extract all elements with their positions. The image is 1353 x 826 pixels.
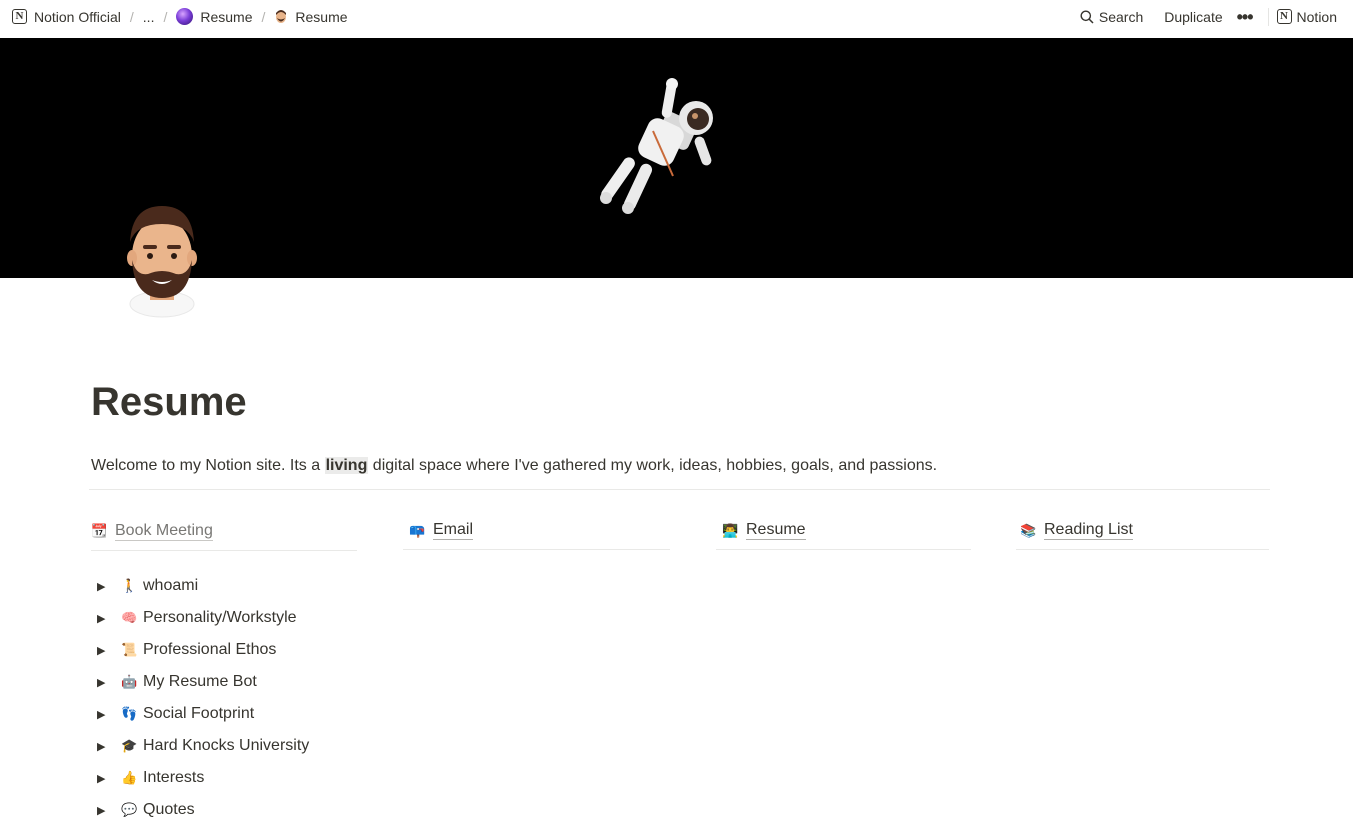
calendar-icon: 📆 [91, 523, 108, 538]
breadcrumb: N Notion Official / ... / Resume / Resum… [0, 6, 348, 27]
toggle-professional-ethos[interactable]: ▶ 📜 Professional Ethos [97, 634, 309, 666]
robot-icon: 🤖 [121, 674, 138, 689]
notion-logo-icon: N [12, 9, 27, 24]
toggle-list: ▶ 🚶 whoami ▶ 🧠 Personality/Workstyle ▶ 📜… [97, 570, 309, 826]
toggle-label: Quotes [143, 801, 195, 818]
email-link[interactable]: 📪 Email [403, 512, 670, 550]
search-button[interactable]: Search [1080, 9, 1143, 25]
toggle-hard-knocks[interactable]: ▶ 🎓 Hard Knocks University [97, 730, 309, 762]
page-title[interactable]: Resume [91, 378, 247, 426]
breadcrumb-workspace-label: Notion Official [34, 8, 121, 25]
toggle-personality[interactable]: ▶ 🧠 Personality/Workstyle [97, 602, 309, 634]
email-label: Email [433, 521, 474, 540]
toggle-label: Interests [143, 769, 205, 786]
breadcrumb-parent-label: Resume [200, 8, 253, 25]
resume-label: Resume [746, 521, 806, 540]
notion-button[interactable]: N Notion [1276, 8, 1337, 25]
books-icon: 📚 [1020, 522, 1037, 538]
breadcrumb-workspace[interactable]: N Notion Official [12, 7, 121, 27]
reading-list-link[interactable]: 📚 Reading List [1016, 512, 1269, 550]
breadcrumb-current[interactable]: Resume [274, 7, 348, 27]
walking-person-icon: 🚶 [121, 578, 138, 593]
graduation-cap-icon: 🎓 [121, 738, 138, 753]
reading-list-label: Reading List [1044, 521, 1133, 540]
brain-icon: 🧠 [121, 610, 138, 625]
breadcrumb-separator: / [163, 8, 168, 25]
toggle-whoami[interactable]: ▶ 🚶 whoami [97, 570, 309, 602]
thumbs-up-icon: 👍 [121, 770, 138, 785]
breadcrumb-ellipsis-label: ... [142, 8, 155, 25]
resume-link[interactable]: 👨‍💻 Resume [716, 512, 971, 550]
toggle-label: My Resume Bot [143, 673, 257, 690]
triangle-right-icon[interactable]: ▶ [97, 580, 121, 593]
breadcrumb-separator: / [129, 8, 134, 25]
footprints-icon: 👣 [121, 706, 138, 721]
toggle-label: whoami [143, 577, 199, 594]
breadcrumb-ellipsis[interactable]: ... [143, 7, 155, 27]
search-label: Search [1098, 8, 1144, 25]
breadcrumb-separator: / [261, 8, 266, 25]
intro-paragraph[interactable]: Welcome to my Notion site. Its a living … [91, 456, 937, 476]
intro-text-end: digital space where I've gathered my wor… [368, 457, 938, 474]
top-actions: Search Duplicate ••• N Notion [1059, 7, 1353, 26]
breadcrumb-current-label: Resume [295, 8, 348, 25]
speech-bubble-icon: 💬 [121, 802, 138, 817]
triangle-right-icon[interactable]: ▶ [97, 676, 121, 689]
toggle-label: Professional Ethos [143, 641, 277, 658]
astronaut-illustration [600, 78, 713, 214]
breadcrumb-parent[interactable]: Resume [176, 6, 253, 27]
divider [89, 489, 1270, 490]
toggle-social-footprint[interactable]: ▶ 👣 Social Footprint [97, 698, 309, 730]
more-options-button[interactable]: ••• [1237, 8, 1254, 26]
duplicate-label: Duplicate [1164, 8, 1223, 25]
intro-highlight: living [324, 457, 369, 474]
triangle-right-icon[interactable]: ▶ [97, 612, 121, 625]
triangle-right-icon[interactable]: ▶ [97, 740, 121, 753]
notion-label: Notion [1296, 8, 1337, 25]
mailbox-icon: 📪 [409, 522, 426, 538]
duplicate-button[interactable]: Duplicate [1164, 9, 1222, 25]
triangle-right-icon[interactable]: ▶ [97, 772, 121, 785]
scroll-icon: 📜 [121, 642, 138, 657]
toggle-label: Social Footprint [143, 705, 255, 722]
purple-orb-icon [176, 8, 194, 25]
toggle-resume-bot[interactable]: ▶ 🤖 My Resume Bot [97, 666, 309, 698]
topbar-divider [1267, 7, 1269, 26]
toggle-label: Personality/Workstyle [143, 609, 297, 626]
bearded-man-icon [276, 9, 287, 23]
triangle-right-icon[interactable]: ▶ [97, 644, 121, 657]
search-icon [1080, 10, 1094, 24]
intro-text-start: Welcome to my Notion site. Its a [91, 457, 325, 474]
technologist-icon: 👨‍💻 [722, 522, 739, 538]
triangle-right-icon[interactable]: ▶ [97, 708, 121, 721]
triangle-right-icon[interactable]: ▶ [97, 804, 121, 817]
toggle-interests[interactable]: ▶ 👍 Interests [97, 762, 309, 794]
top-bar: N Notion Official / ... / Resume / Resum… [0, 0, 1353, 33]
page-avatar-icon [127, 206, 197, 318]
book-meeting-label: Book Meeting [115, 521, 213, 541]
toggle-quotes[interactable]: ▶ 💬 Quotes [97, 794, 309, 826]
book-meeting-link[interactable]: 📆 Book Meeting [91, 512, 357, 551]
toggle-label: Hard Knocks University [143, 737, 310, 754]
notion-logo-icon: N [1276, 9, 1292, 24]
